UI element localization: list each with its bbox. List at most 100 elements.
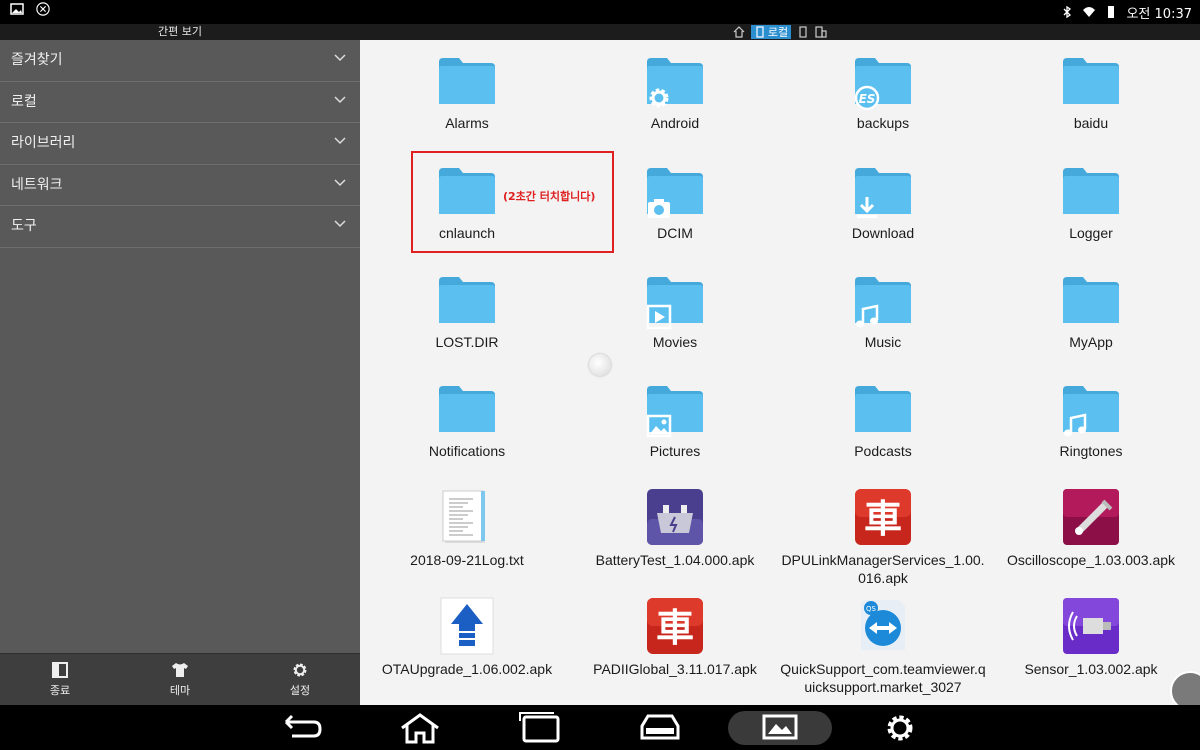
file-name: Movies [652,334,698,350]
download-icon [857,197,877,218]
sidebar-item-network[interactable]: 네트워크 [0,165,360,206]
folder-item[interactable]: Movies [571,269,779,351]
text-file-icon [442,490,485,543]
folder-item[interactable]: Pictures [571,378,779,460]
file-item[interactable]: OTAUpgrade_1.06.002.apk [363,596,571,678]
camera-icon [648,199,670,218]
home-button[interactable] [396,711,444,745]
exit-button[interactable]: 종료 [0,654,120,705]
folder-item[interactable]: baidu [987,50,1195,132]
theme-button[interactable]: 테마 [120,654,240,705]
recent-apps-button[interactable] [516,711,564,745]
file-name: Notifications [428,443,506,459]
file-icon: QS [853,596,913,656]
sidebar-item-label: 도구 [11,218,37,234]
es-icon: ES [854,85,880,111]
svg-text:QS: QS [866,605,877,613]
loading-spinner [589,354,611,376]
file-item[interactable]: 2018-09-21Log.txt [363,487,571,569]
screenshot-icon [762,714,798,740]
devices-icon[interactable] [815,26,827,38]
folder-icon [645,160,705,220]
file-name: MyApp [1069,334,1113,350]
sidebar-item-label: 라이브러리 [11,135,76,151]
folder-item[interactable]: Podcasts [779,378,987,460]
folder-icon [853,160,913,220]
file-item[interactable]: 車 DPULinkManagerServices_1.00.016.apk [779,487,987,587]
theme-label: 테마 [169,684,191,697]
view-tabs: 로컬 [360,24,1200,40]
chevron-down-icon [334,95,346,103]
chevron-down-icon [334,220,346,228]
sidebar-item-label: 즐겨찾기 [11,52,63,68]
oscilloscope-app-icon [1063,489,1119,545]
file-icon: 車 [853,487,913,547]
chevron-down-icon [334,54,346,62]
device-icon[interactable] [797,26,809,38]
system-settings-button[interactable] [876,711,924,745]
gear-icon [649,88,669,108]
folder-item[interactable]: Music [779,269,987,351]
folder-icon [437,50,497,110]
battery-icon [1108,6,1115,18]
sidebar-item-tools[interactable]: 도구 [0,206,360,248]
folder-item[interactable]: Android [571,50,779,132]
sidebar-item-local[interactable]: 로컬 [0,82,360,123]
phone-icon [756,26,764,38]
settings-button[interactable]: 설정 [240,654,360,705]
file-name: Alarms [445,115,489,131]
folder-item[interactable]: MyApp [987,269,1195,351]
file-name: Android [650,115,700,131]
chevron-down-icon [334,178,346,186]
annotation-text: (2초간 터치합니다) [503,190,596,203]
back-button[interactable] [276,711,324,745]
folder-item[interactable]: Ringtones [987,378,1195,460]
folder-icon [1061,378,1121,438]
file-name: Music [864,334,902,350]
gallery-notification-icon [10,3,24,15]
file-browser: 로컬 Alarms Android ES backups baidu cnlaunch DC… [360,24,1200,705]
screenshot-button[interactable] [728,711,832,745]
folder-icon [645,269,705,330]
back-arrow-icon [284,714,322,738]
folder-item[interactable]: Download [779,160,987,242]
clock: 오전 10:37 [1126,6,1192,22]
exit-icon [52,662,68,678]
folder-icon [437,269,497,329]
file-item[interactable]: Oscilloscope_1.03.003.apk [987,487,1195,569]
file-item[interactable]: Sensor_1.03.002.apk [987,596,1195,678]
gear-icon [887,715,913,741]
folder-item[interactable]: Notifications [363,378,571,460]
folder-icon [437,378,497,438]
music-note-icon [856,304,879,328]
sidebar-toolbar: 종료 테마 설정 [0,653,360,705]
folder-icon [853,269,913,329]
file-item[interactable]: 車 PADIIGlobal_3.11.017.apk [571,596,779,678]
bluetooth-icon [1064,5,1072,19]
sidebar-item-library[interactable]: 라이브러리 [0,123,360,165]
folder-item[interactable]: Logger [987,160,1195,242]
folder-icon [1061,50,1121,110]
folder-item[interactable]: ES backups [779,50,987,132]
file-name: Sensor_1.03.002.apk [1024,661,1158,677]
tab-local[interactable]: 로컬 [750,25,792,39]
launch-button[interactable] [636,711,684,745]
picture-icon [646,414,672,438]
file-name: Logger [1069,225,1113,241]
home-icon[interactable] [733,26,745,38]
file-icon [437,596,497,656]
sidebar-item-favorites[interactable]: 즐겨찾기 [0,40,360,82]
folder-item[interactable]: Alarms [363,50,571,132]
file-name: 2018-09-21Log.txt [410,552,524,568]
shirt-icon [172,663,188,677]
file-icon [1061,596,1121,656]
file-item[interactable]: QS QuickSupport_com.teamviewer.quicksuppo… [779,596,987,696]
launch-car-icon [640,714,680,740]
sidebar-item-label: 로컬 [11,93,37,110]
file-name: DPULinkManagerServices_1.00.016.apk [781,552,985,586]
file-item[interactable]: BatteryTest_1.04.000.apk [571,487,779,569]
file-name: backups [856,115,910,131]
file-name: Oscilloscope_1.03.003.apk [1006,552,1176,568]
folder-item[interactable]: LOST.DIR [363,269,571,351]
chevron-down-icon [334,137,346,145]
